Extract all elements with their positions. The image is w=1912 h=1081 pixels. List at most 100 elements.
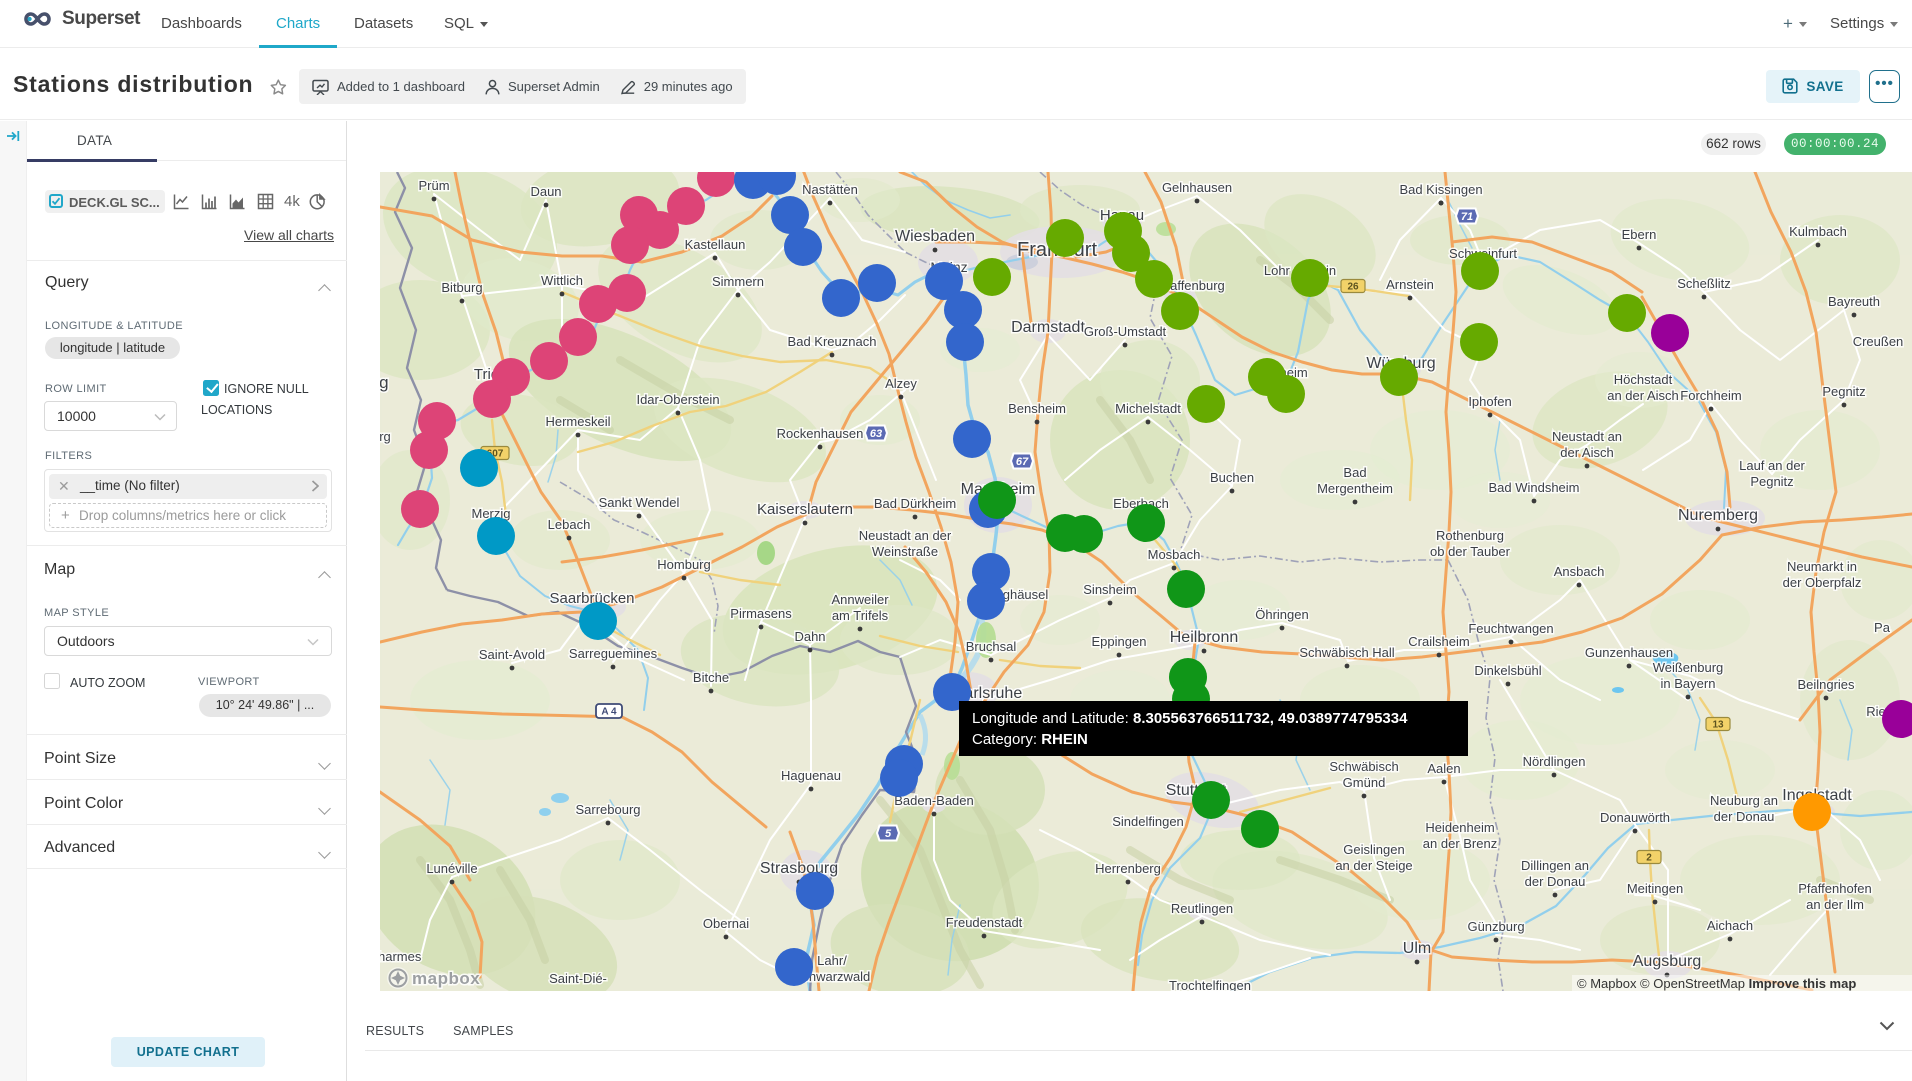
svg-text:Iphofen: Iphofen	[1468, 394, 1511, 409]
svg-text:Bad Kissingen: Bad Kissingen	[1399, 182, 1482, 197]
svg-text:Trochtelfingen: Trochtelfingen	[1169, 978, 1251, 991]
svg-text:rg: rg	[380, 429, 391, 444]
svg-text:Nuremberg: Nuremberg	[1678, 507, 1758, 524]
svg-text:Lauf an der: Lauf an der	[1739, 458, 1805, 473]
svg-text:5: 5	[885, 828, 892, 840]
svg-text:Bayreuth: Bayreuth	[1828, 294, 1880, 309]
svg-text:an der Brenz: an der Brenz	[1423, 836, 1497, 851]
svg-text:Herrenberg: Herrenberg	[1095, 861, 1161, 876]
svg-text:71: 71	[1461, 211, 1473, 223]
svg-text:Gelnhausen: Gelnhausen	[1162, 180, 1232, 195]
svg-text:Forchheim: Forchheim	[1680, 388, 1741, 403]
svg-text:Bitche: Bitche	[693, 670, 729, 685]
svg-text:Beilngries: Beilngries	[1797, 677, 1855, 692]
svg-text:an der Ilm: an der Ilm	[1806, 897, 1864, 912]
svg-text:Hermeskeil: Hermeskeil	[545, 414, 610, 429]
svg-text:Bitburg: Bitburg	[441, 280, 482, 295]
svg-text:26: 26	[1347, 282, 1359, 293]
svg-text:2: 2	[1646, 853, 1652, 864]
svg-text:Reutlingen: Reutlingen	[1171, 901, 1233, 916]
svg-text:der Aisch: der Aisch	[1560, 445, 1613, 460]
svg-text:Sinsheim: Sinsheim	[1083, 582, 1136, 597]
svg-text:Daun: Daun	[530, 184, 561, 199]
svg-text:Saint-Dié-: Saint-Dié-	[549, 971, 607, 986]
svg-text:Arnstein: Arnstein	[1386, 277, 1434, 292]
svg-text:Feuchtwangen: Feuchtwangen	[1468, 621, 1553, 636]
svg-text:Lahr/: Lahr/	[817, 953, 847, 968]
svg-text:Darmstadt: Darmstadt	[1011, 319, 1085, 336]
svg-text:Ebern: Ebern	[1622, 227, 1657, 242]
svg-text:Sindelfingen: Sindelfingen	[1112, 814, 1184, 829]
svg-text:der Donau: der Donau	[1714, 809, 1775, 824]
svg-text:rg: rg	[380, 373, 389, 392]
svg-text:Idar-Oberstein: Idar-Oberstein	[636, 392, 719, 407]
svg-text:Neumarkt in: Neumarkt in	[1787, 559, 1857, 574]
svg-text:Bad: Bad	[1343, 465, 1366, 480]
svg-text:Pfaffenhofen: Pfaffenhofen	[1798, 881, 1872, 896]
svg-text:Augsburg: Augsburg	[1633, 953, 1702, 970]
svg-text:Bruchsal: Bruchsal	[966, 639, 1017, 654]
svg-text:Homburg: Homburg	[657, 557, 710, 572]
svg-text:Neuburg an: Neuburg an	[1710, 793, 1778, 808]
svg-text:Bad Kreuznach: Bad Kreuznach	[788, 334, 877, 349]
svg-text:Rockenhausen: Rockenhausen	[777, 426, 864, 441]
svg-text:Kaiserslautern: Kaiserslautern	[757, 501, 853, 518]
svg-text:13: 13	[1712, 720, 1724, 731]
svg-text:an der Steige: an der Steige	[1335, 858, 1412, 873]
svg-text:Dahn: Dahn	[794, 629, 825, 644]
svg-text:Aalen: Aalen	[1427, 761, 1460, 776]
svg-text:Heidenheim: Heidenheim	[1425, 820, 1494, 835]
svg-text:Sarrebourg: Sarrebourg	[575, 802, 640, 817]
svg-text:© Mapbox © OpenStreetMap Impro: © Mapbox © OpenStreetMap Improve this ma…	[1577, 976, 1856, 991]
svg-text:an der Aisch: an der Aisch	[1607, 388, 1679, 403]
svg-text:Strasbourg: Strasbourg	[760, 860, 838, 877]
svg-text:Mosbach: Mosbach	[1148, 547, 1201, 562]
svg-text:Meitingen: Meitingen	[1627, 881, 1683, 896]
svg-text:Weinstraße: Weinstraße	[872, 544, 938, 559]
svg-text:Buchen: Buchen	[1210, 470, 1254, 485]
svg-text:Schwäbisch: Schwäbisch	[1329, 759, 1398, 774]
svg-text:Weißenburg: Weißenburg	[1653, 660, 1724, 675]
svg-text:Gunzenhausen: Gunzenhausen	[1585, 645, 1673, 660]
svg-text:Kastellaun: Kastellaun	[685, 237, 746, 252]
svg-text:Nördlingen: Nördlingen	[1523, 754, 1586, 769]
svg-text:Sarreguemines: Sarreguemines	[569, 646, 658, 661]
svg-text:Dillingen an: Dillingen an	[1521, 858, 1589, 873]
svg-text:Bad Dürkheim: Bad Dürkheim	[874, 496, 956, 511]
svg-text:Simmern: Simmern	[712, 274, 764, 289]
svg-text:Heilbronn: Heilbronn	[1170, 629, 1238, 646]
svg-text:Nastätten: Nastätten	[802, 182, 858, 197]
svg-text:Obernai: Obernai	[703, 916, 749, 931]
svg-text:Lunéville: Lunéville	[426, 861, 477, 876]
svg-text:A 4: A 4	[601, 707, 617, 718]
svg-text:Haguenau: Haguenau	[781, 768, 841, 783]
svg-text:Wiesbaden: Wiesbaden	[895, 228, 975, 245]
svg-text:Geislingen: Geislingen	[1343, 842, 1404, 857]
svg-text:Ulm: Ulm	[1403, 940, 1431, 957]
svg-text:Bensheim: Bensheim	[1008, 401, 1066, 416]
svg-text:Wittlich: Wittlich	[541, 273, 583, 288]
svg-text:Pirmasens: Pirmasens	[730, 606, 792, 621]
svg-text:Günzburg: Günzburg	[1467, 919, 1524, 934]
svg-text:Mergentheim: Mergentheim	[1317, 481, 1393, 496]
svg-text:am Trifels: am Trifels	[832, 608, 889, 623]
svg-text:Sankt Wendel: Sankt Wendel	[599, 495, 680, 510]
svg-text:Dinkelsbühl: Dinkelsbühl	[1474, 663, 1541, 678]
svg-text:Kulmbach: Kulmbach	[1789, 224, 1847, 239]
svg-text:Eppingen: Eppingen	[1092, 634, 1147, 649]
svg-text:Creußen: Creußen	[1853, 334, 1904, 349]
svg-text:Prüm: Prüm	[418, 178, 449, 193]
svg-text:Bad Windsheim: Bad Windsheim	[1488, 480, 1579, 495]
svg-text:Neustadt an: Neustadt an	[1552, 429, 1622, 444]
svg-text:ob der Tauber: ob der Tauber	[1430, 544, 1511, 559]
svg-text:Donauwörth: Donauwörth	[1600, 810, 1670, 825]
svg-text:Pegnitz: Pegnitz	[1750, 474, 1793, 489]
svg-text:der Oberpfalz: der Oberpfalz	[1783, 575, 1862, 590]
svg-text:Scheßlitz: Scheßlitz	[1677, 276, 1730, 291]
svg-text:Öhringen: Öhringen	[1255, 607, 1308, 622]
svg-text:Groß-Umstadt: Groß-Umstadt	[1084, 324, 1167, 339]
svg-text:Schwäbisch Hall: Schwäbisch Hall	[1299, 645, 1394, 660]
svg-text:Crailsheim: Crailsheim	[1408, 634, 1469, 649]
svg-text:Alzey: Alzey	[885, 376, 917, 391]
svg-text:Ansbach: Ansbach	[1554, 564, 1605, 579]
